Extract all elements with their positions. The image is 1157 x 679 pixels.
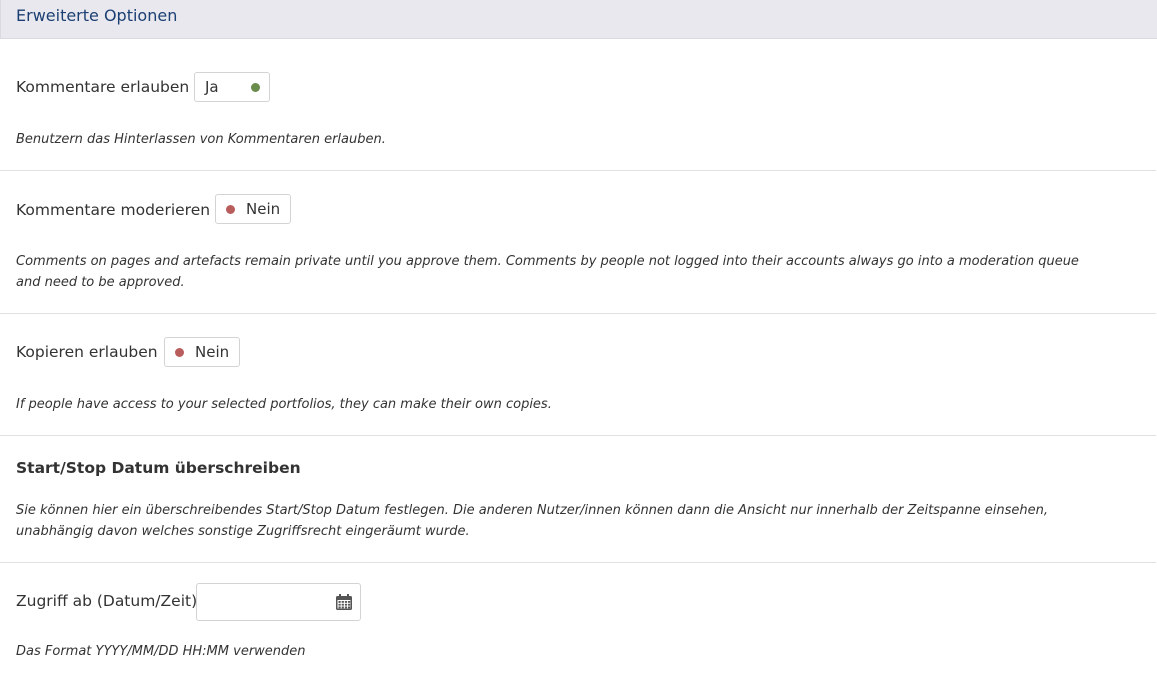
calendar-icon[interactable] bbox=[335, 594, 353, 611]
moderate-description: Comments on pages and artefacts remain p… bbox=[16, 254, 1079, 290]
access-from-hint: Das Format YYYY/MM/DD HH:MM verwenden bbox=[16, 644, 306, 659]
divider bbox=[0, 170, 1156, 171]
toggle-off-indicator-icon bbox=[226, 204, 235, 214]
panel-title: Erweiterte Optionen bbox=[16, 6, 178, 25]
panel-header: Erweiterte Optionen bbox=[0, 0, 1157, 39]
toggle-on-indicator-icon bbox=[251, 83, 260, 92]
comments-description: Benutzern das Hinterlassen von Kommentar… bbox=[16, 132, 386, 147]
comments-label: Kommentare erlauben bbox=[16, 78, 190, 96]
comments-toggle-value: Ja bbox=[205, 78, 219, 96]
moderate-label: Kommentare moderieren bbox=[16, 201, 211, 219]
moderate-toggle[interactable]: Nein bbox=[215, 194, 291, 224]
divider bbox=[0, 562, 1156, 563]
override-description: Sie können hier ein überschreibendes Sta… bbox=[16, 503, 1049, 539]
copy-toggle-value: Nein bbox=[195, 343, 230, 361]
copy-label: Kopieren erlauben bbox=[16, 343, 158, 361]
moderate-toggle-value: Nein bbox=[246, 200, 281, 218]
divider bbox=[0, 313, 1156, 314]
copy-description: If people have access to your selected p… bbox=[16, 397, 552, 412]
override-heading: Start/Stop Datum überschreiben bbox=[16, 459, 301, 477]
toggle-off-indicator-icon bbox=[175, 347, 184, 357]
access-from-date-input[interactable] bbox=[196, 583, 361, 621]
comments-toggle[interactable]: Ja bbox=[194, 72, 270, 102]
access-from-label: Zugriff ab (Datum/Zeit) bbox=[16, 592, 198, 610]
copy-toggle[interactable]: Nein bbox=[164, 337, 240, 367]
divider bbox=[0, 435, 1156, 436]
